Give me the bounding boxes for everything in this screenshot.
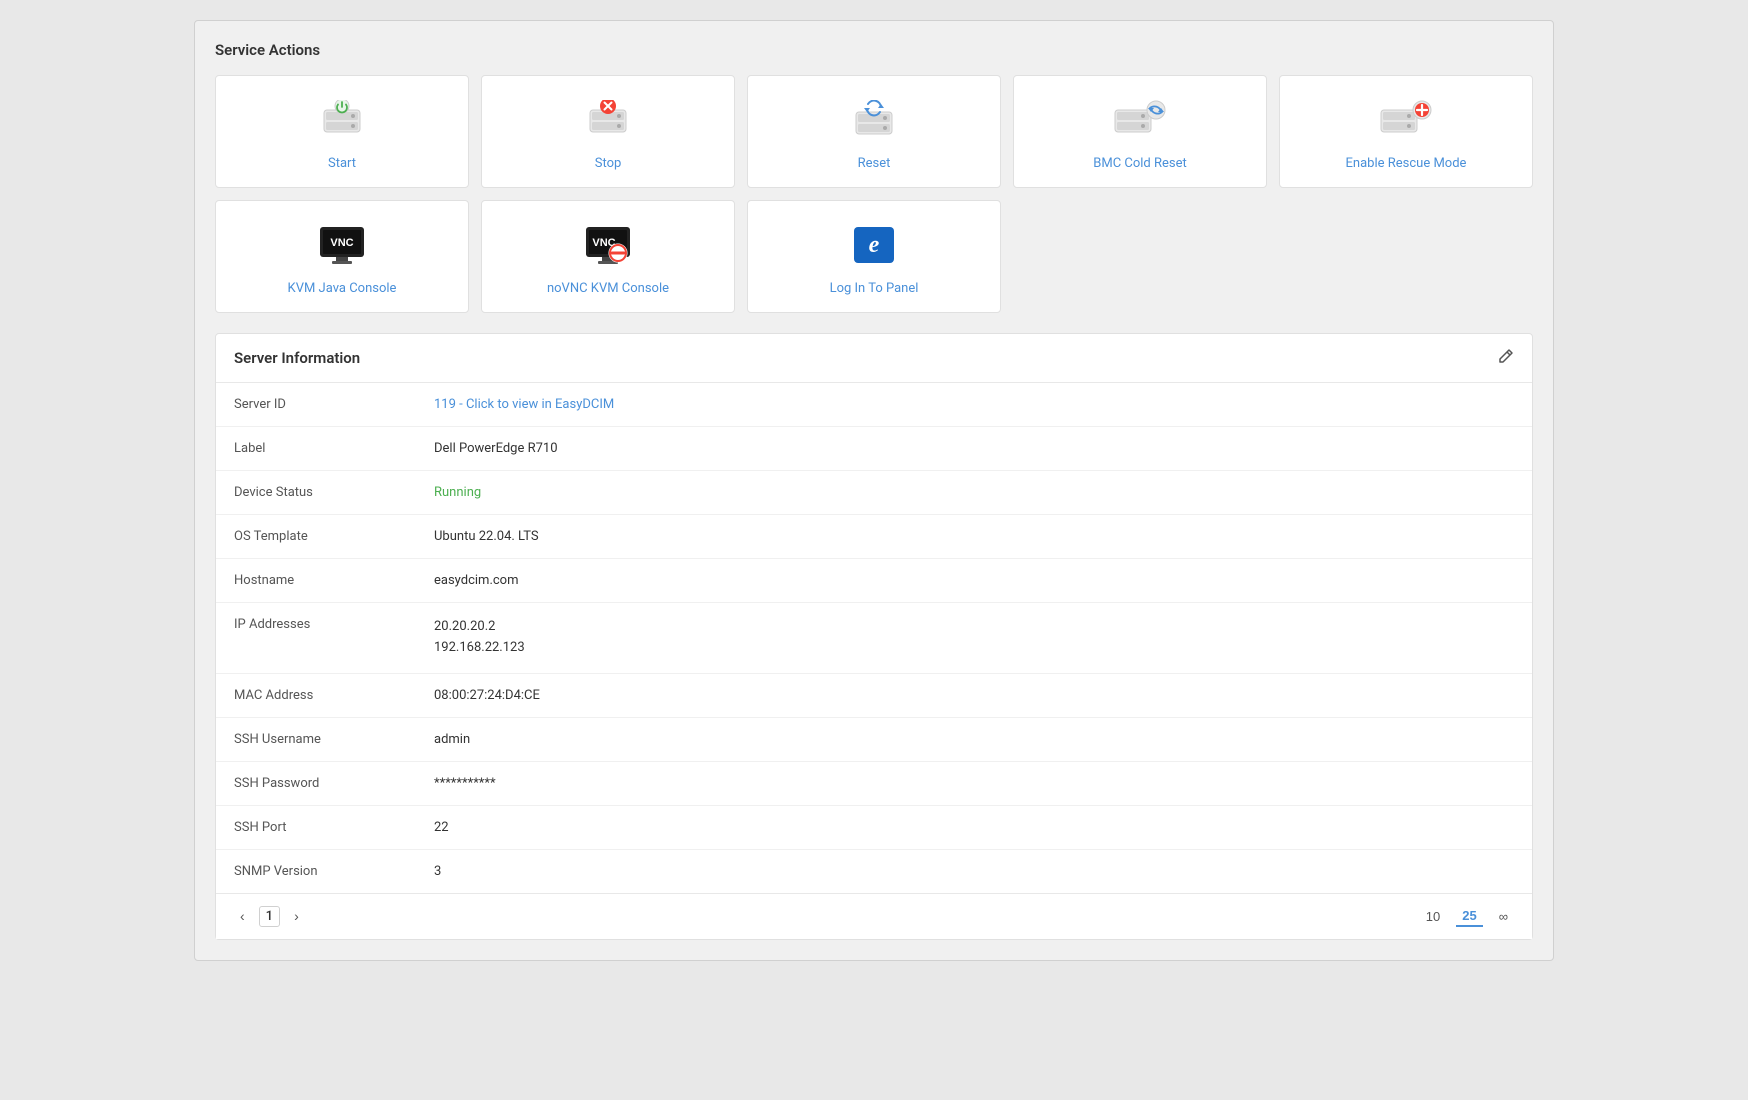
table-row-mac-address: MAC Address 08:00:27:24:D4:CE — [216, 673, 1532, 717]
log-in-to-panel-icon-area: e — [848, 221, 900, 271]
table-row-ip-addresses: IP Addresses 20.20.20.2 192.168.22.123 — [216, 603, 1532, 674]
label-ip-addresses: IP Addresses — [216, 603, 416, 674]
prev-page-button[interactable]: ‹ — [234, 906, 251, 926]
reset-label: Reset — [858, 156, 891, 171]
log-in-to-panel-action-card[interactable]: e Log In To Panel — [747, 200, 1001, 313]
kvm-java-console-icon-area: VNC — [316, 221, 368, 271]
label-label: Label — [216, 427, 416, 471]
kvm-java-console-action-card[interactable]: VNC KVM Java Console — [215, 200, 469, 313]
value-snmp-version: 3 — [416, 849, 1532, 893]
value-mac-address: 08:00:27:24:D4:CE — [416, 673, 1532, 717]
novnc-kvm-console-icon: VNC — [582, 223, 634, 269]
edit-icon[interactable] — [1498, 348, 1514, 368]
value-ssh-username: admin — [416, 717, 1532, 761]
page-size-all-button[interactable]: ∞ — [1493, 907, 1514, 926]
server-info-header: Server Information — [216, 334, 1532, 383]
current-page: 1 — [259, 906, 280, 927]
label-ssh-port: SSH Port — [216, 805, 416, 849]
table-row-device-status: Device Status Running — [216, 471, 1532, 515]
value-hostname: easydcim.com — [416, 559, 1532, 603]
server-info-title: Server Information — [234, 349, 360, 367]
value-label: Dell PowerEdge R710 — [416, 427, 1532, 471]
novnc-kvm-console-label: noVNC KVM Console — [547, 281, 669, 296]
stop-icon — [582, 100, 634, 142]
label-ssh-username: SSH Username — [216, 717, 416, 761]
value-device-status: Running — [416, 471, 1532, 515]
table-row-snmp-version: SNMP Version 3 — [216, 849, 1532, 893]
bmc-cold-reset-icon — [1110, 100, 1170, 142]
table-row-ssh-username: SSH Username admin — [216, 717, 1532, 761]
label-snmp-version: SNMP Version — [216, 849, 416, 893]
table-row-ssh-password: SSH Password *********** — [216, 761, 1532, 805]
empty-action-card-2 — [1279, 200, 1533, 313]
start-icon — [316, 100, 368, 142]
table-row-hostname: Hostname easydcim.com — [216, 559, 1532, 603]
enable-rescue-mode-action-card[interactable]: Enable Rescue Mode — [1279, 75, 1533, 188]
server-information-section: Server Information Server ID 119 - Click… — [215, 333, 1533, 940]
value-os-template: Ubuntu 22.04. LTS — [416, 515, 1532, 559]
start-action-card[interactable]: Start — [215, 75, 469, 188]
stop-icon-area — [582, 96, 634, 146]
device-status-value: Running — [434, 485, 481, 500]
page-size-controls: 10 25 ∞ — [1420, 906, 1514, 927]
table-row-os-template: OS Template Ubuntu 22.04. LTS — [216, 515, 1532, 559]
server-id-link[interactable]: 119 - Click to view in EasyDCIM — [434, 397, 614, 412]
label-hostname: Hostname — [216, 559, 416, 603]
main-container: Service Actions Start — [194, 20, 1554, 961]
enable-rescue-mode-icon — [1376, 100, 1436, 142]
log-in-to-panel-label: Log In To Panel — [830, 281, 919, 296]
start-label: Start — [328, 156, 356, 171]
novnc-kvm-console-icon-area: VNC — [582, 221, 634, 271]
table-row-server-id: Server ID 119 - Click to view in EasyDCI… — [216, 383, 1532, 427]
enable-rescue-mode-label: Enable Rescue Mode — [1346, 156, 1467, 171]
table-row-label: Label Dell PowerEdge R710 — [216, 427, 1532, 471]
reset-icon-area — [848, 96, 900, 146]
actions-row2: VNC KVM Java Console VNC — [215, 200, 1533, 313]
kvm-java-console-label: KVM Java Console — [288, 281, 397, 296]
empty-action-card-1 — [1013, 200, 1267, 313]
label-server-id: Server ID — [216, 383, 416, 427]
reset-action-card[interactable]: Reset — [747, 75, 1001, 188]
log-in-to-panel-icon: e — [848, 223, 900, 269]
label-os-template: OS Template — [216, 515, 416, 559]
value-server-id: 119 - Click to view in EasyDCIM — [416, 383, 1532, 427]
page-size-10-button[interactable]: 10 — [1420, 907, 1446, 926]
stop-label: Stop — [595, 156, 622, 171]
ip-address-1: 20.20.20.2 — [434, 617, 1514, 638]
novnc-kvm-console-action-card[interactable]: VNC noVNC KVM Console — [481, 200, 735, 313]
ip-address-2: 192.168.22.123 — [434, 638, 1514, 659]
actions-row1: Start Stop — [215, 75, 1533, 188]
reset-icon — [848, 100, 900, 142]
pencil-icon — [1498, 348, 1514, 364]
stop-action-card[interactable]: Stop — [481, 75, 735, 188]
page-size-25-button[interactable]: 25 — [1456, 906, 1482, 927]
bmc-cold-reset-icon-area — [1110, 96, 1170, 146]
value-ssh-port: 22 — [416, 805, 1532, 849]
svg-text:e: e — [869, 232, 880, 258]
bmc-cold-reset-label: BMC Cold Reset — [1093, 156, 1187, 171]
svg-text:VNC: VNC — [330, 237, 353, 249]
label-device-status: Device Status — [216, 471, 416, 515]
kvm-java-console-icon: VNC — [316, 223, 368, 269]
service-actions-title: Service Actions — [215, 41, 1533, 59]
enable-rescue-mode-icon-area — [1376, 96, 1436, 146]
bmc-cold-reset-action-card[interactable]: BMC Cold Reset — [1013, 75, 1267, 188]
label-ssh-password: SSH Password — [216, 761, 416, 805]
table-row-ssh-port: SSH Port 22 — [216, 805, 1532, 849]
next-page-button[interactable]: › — [288, 906, 305, 926]
start-icon-area — [316, 96, 368, 146]
pagination-controls: ‹ 1 › — [234, 906, 305, 927]
label-mac-address: MAC Address — [216, 673, 416, 717]
pagination-bar: ‹ 1 › 10 25 ∞ — [216, 893, 1532, 939]
value-ip-addresses: 20.20.20.2 192.168.22.123 — [416, 603, 1532, 674]
value-ssh-password: *********** — [416, 761, 1532, 805]
server-info-table: Server ID 119 - Click to view in EasyDCI… — [216, 383, 1532, 893]
